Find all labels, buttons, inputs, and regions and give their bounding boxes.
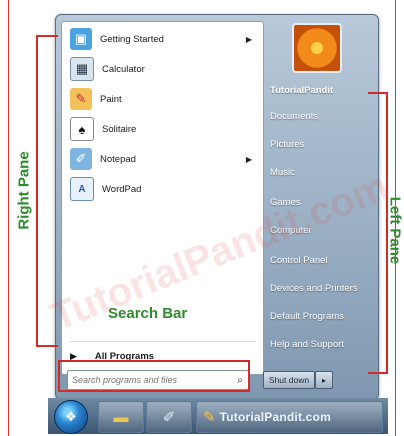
submenu-arrow-icon: ▶ bbox=[245, 154, 252, 164]
right-item-devices-printers[interactable]: Devices and Printers bbox=[268, 277, 374, 299]
program-item-paint[interactable]: ✎ Paint bbox=[64, 84, 260, 114]
program-label: Notepad bbox=[100, 153, 136, 165]
program-label: Getting Started bbox=[100, 33, 164, 45]
program-item-solitaire[interactable]: ♠ Solitaire bbox=[64, 114, 260, 144]
program-item-notepad[interactable]: ✐ Notepad ▶ bbox=[64, 144, 260, 174]
program-item-wordpad[interactable]: A WordPad bbox=[64, 174, 260, 204]
windows-logo-icon: ❖ bbox=[65, 409, 77, 424]
chevron-right-icon: ▸ bbox=[321, 375, 326, 385]
notepad-icon: ✐ bbox=[70, 148, 92, 170]
frame-line-left bbox=[8, 0, 9, 436]
right-item-documents[interactable]: Documents bbox=[268, 105, 374, 127]
shutdown-options-button[interactable]: ▸ bbox=[315, 371, 333, 389]
calculator-icon: ▦ bbox=[70, 57, 94, 81]
taskbar-app-button[interactable]: ✐ bbox=[146, 401, 192, 433]
right-item-control-panel[interactable]: Control Panel bbox=[268, 249, 374, 271]
right-pane-bracket bbox=[36, 35, 38, 347]
taskbar-explorer-button[interactable]: ▬ bbox=[98, 401, 144, 433]
start-button[interactable]: ❖ bbox=[54, 400, 88, 434]
program-item-calculator[interactable]: ▦ Calculator bbox=[64, 54, 260, 84]
user-avatar[interactable] bbox=[292, 23, 342, 73]
right-item-pictures[interactable]: Pictures bbox=[268, 133, 374, 155]
search-bar-highlight bbox=[58, 360, 250, 392]
paint-icon: ✎ bbox=[203, 409, 216, 426]
shutdown-button[interactable]: Shut down bbox=[263, 371, 315, 389]
program-item-getting-started[interactable]: ▣ Getting Started ▶ bbox=[64, 24, 260, 54]
wordpad-icon: A bbox=[70, 177, 94, 201]
folder-icon: ▬ bbox=[113, 408, 129, 426]
program-label: Solitaire bbox=[102, 123, 137, 135]
right-item-help-support[interactable]: Help and Support bbox=[268, 333, 374, 355]
right-pane-annotation: Right Pane bbox=[15, 151, 33, 230]
program-label: WordPad bbox=[102, 183, 142, 195]
divider bbox=[70, 341, 256, 342]
solitaire-icon: ♠ bbox=[70, 117, 94, 141]
program-label: Paint bbox=[100, 93, 122, 105]
taskbar-paint-button[interactable]: ✎ TutorialPandit.com bbox=[196, 401, 383, 433]
submenu-arrow-icon: ▶ bbox=[245, 34, 252, 44]
left-pane-bracket-top bbox=[368, 92, 388, 94]
taskbar-label: TutorialPandit.com bbox=[219, 410, 331, 424]
right-item-default-programs[interactable]: Default Programs bbox=[268, 305, 374, 327]
right-pane-bracket-top bbox=[36, 35, 58, 37]
right-item-user[interactable]: TutorialPandit bbox=[268, 79, 374, 101]
paint-icon: ✎ bbox=[70, 88, 92, 110]
getting-started-icon: ▣ bbox=[70, 28, 92, 50]
program-label: Calculator bbox=[102, 63, 145, 75]
left-pane-bracket-bottom bbox=[368, 372, 388, 374]
right-pane-bracket-bottom bbox=[36, 345, 58, 347]
notepad-icon: ✐ bbox=[162, 409, 176, 426]
